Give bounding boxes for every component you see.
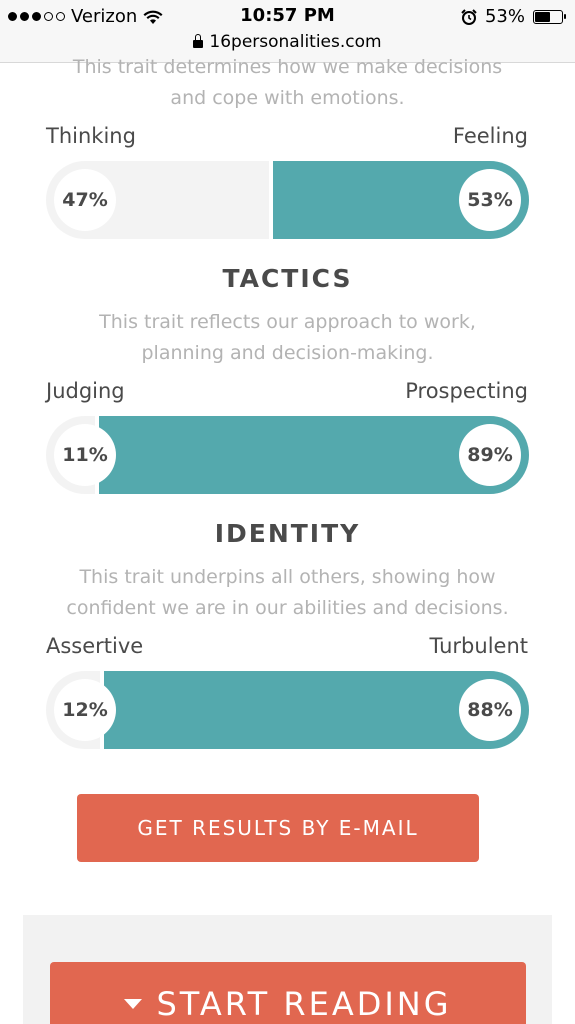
lock-icon xyxy=(193,33,204,48)
nature-description-line-2: and cope with emotions. xyxy=(170,87,405,109)
thinking-label: Thinking xyxy=(46,124,136,148)
start-reading-label: START READING xyxy=(156,985,452,1023)
prospecting-percent: 89% xyxy=(459,424,521,486)
thinking-percent: 47% xyxy=(54,169,116,231)
nature-trait-bar: 47% 53% xyxy=(46,161,529,239)
url-text: 16personalities.com xyxy=(209,32,382,52)
identity-trait-bar: 12% 88% xyxy=(46,671,529,749)
identity-description-line-1: This trait underpins all others, showing… xyxy=(79,566,496,588)
judging-label: Judging xyxy=(46,379,125,403)
identity-heading: IDENTITY xyxy=(214,519,361,548)
assertive-percent: 12% xyxy=(54,679,116,741)
feeling-label: Feeling xyxy=(452,124,528,148)
prospecting-label: Prospecting xyxy=(405,379,528,403)
assertive-label: Assertive xyxy=(46,634,144,658)
status-right: 53% xyxy=(461,6,566,27)
battery-icon xyxy=(533,9,566,24)
battery-percent: 53% xyxy=(484,6,525,27)
identity-description-line-2: confident we are in our abilities and de… xyxy=(66,597,509,619)
start-reading-button[interactable]: START READING xyxy=(50,962,526,1024)
judging-percent: 11% xyxy=(54,424,116,486)
get-results-by-email-button[interactable]: GET RESULTS BY E-MAIL xyxy=(77,794,479,862)
caret-down-icon xyxy=(124,999,143,1009)
feeling-percent: 53% xyxy=(459,169,521,231)
tactics-description-line-1: This trait reflects our approach to work… xyxy=(99,311,476,333)
tactics-heading: TACTICS xyxy=(222,264,353,293)
tactics-description-line-2: planning and decision-making. xyxy=(141,342,434,364)
turbulent-label: Turbulent xyxy=(429,634,528,658)
alarm-clock-icon xyxy=(461,8,477,25)
turbulent-percent: 88% xyxy=(459,679,521,741)
address-bar[interactable]: 16personalities.com xyxy=(0,32,575,52)
tactics-trait-bar: 11% 89% xyxy=(46,416,529,494)
nature-description-line-1: This trait determines how we make decisi… xyxy=(72,56,503,78)
